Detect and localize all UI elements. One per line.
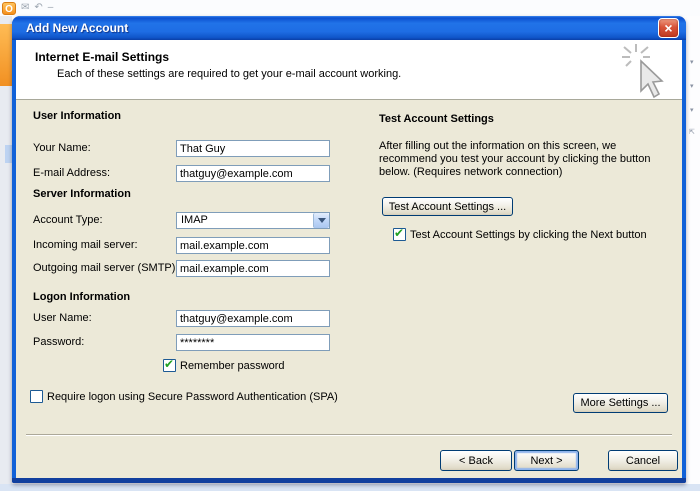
checkmark-icon: ✔ <box>394 226 404 240</box>
back-button[interactable]: < Back <box>440 450 512 471</box>
checkmark-icon: ✔ <box>164 357 174 371</box>
section-logon-information: Logon Information <box>33 291 130 303</box>
quick-access-toolbar: O ✉ ↶ – <box>2 1 53 15</box>
background-window-left <box>0 16 12 484</box>
ribbon-dropdown-icon[interactable]: ▾ <box>690 82 694 90</box>
your-name-label: Your Name: <box>33 142 91 154</box>
more-settings-button[interactable]: More Settings ... <box>573 393 668 413</box>
outgoing-server-label: Outgoing mail server (SMTP): <box>33 262 178 274</box>
spa-checkbox[interactable]: ✔ <box>30 390 43 403</box>
cancel-button[interactable]: Cancel <box>608 450 678 471</box>
dialog-header: Internet E-mail Settings Each of these s… <box>16 40 682 100</box>
incoming-server-label: Incoming mail server: <box>33 239 138 251</box>
outgoing-server-field[interactable] <box>176 260 330 277</box>
undo-icon[interactable]: ↶ <box>34 1 42 15</box>
user-name-label: User Name: <box>33 312 92 324</box>
section-test-account-settings: Test Account Settings <box>379 113 494 125</box>
dialog-title: Add New Account <box>12 21 128 35</box>
email-address-field[interactable] <box>176 165 330 182</box>
background-window-bottom <box>0 484 700 491</box>
email-address-label: E-mail Address: <box>33 167 110 179</box>
dialog-title-bar[interactable]: Add New Account × <box>12 16 686 40</box>
add-new-account-dialog: Add New Account × Internet E-mail Settin… <box>12 16 686 483</box>
remember-password-label: Remember password <box>180 360 285 372</box>
test-next-checkbox[interactable]: ✔ <box>393 228 406 241</box>
outlook-file-tab[interactable] <box>0 24 12 86</box>
ribbon-dropdown-icon[interactable]: ▾ <box>690 106 694 114</box>
dialog-launcher-icon[interactable]: ⇱ <box>689 128 695 136</box>
page-subtitle: Each of these settings are required to g… <box>57 68 401 80</box>
section-user-information: User Information <box>33 110 121 122</box>
account-type-select[interactable]: IMAP <box>176 212 330 229</box>
your-name-field[interactable] <box>176 140 330 157</box>
test-account-settings-button[interactable]: Test Account Settings ... <box>382 197 513 216</box>
footer-divider <box>26 434 672 436</box>
remember-password-checkbox[interactable]: ✔ <box>163 359 176 372</box>
test-next-label: Test Account Settings by clicking the Ne… <box>410 229 647 241</box>
cursor-sparkle-icon <box>620 42 676 100</box>
qat-dropdown-icon[interactable]: – <box>48 1 54 15</box>
incoming-server-field[interactable] <box>176 237 330 254</box>
account-type-value: IMAP <box>181 214 208 226</box>
chevron-down-icon[interactable] <box>313 213 329 228</box>
password-label: Password: <box>33 336 84 348</box>
page-title: Internet E-mail Settings <box>35 50 169 64</box>
background-ui-fragment <box>5 145 12 163</box>
password-field[interactable] <box>176 334 330 351</box>
section-server-information: Server Information <box>33 188 131 200</box>
close-button[interactable]: × <box>658 18 679 38</box>
send-receive-icon[interactable]: ✉ <box>21 1 29 15</box>
test-account-description: After filling out the information on thi… <box>379 140 675 179</box>
outlook-app-icon[interactable]: O <box>2 2 16 15</box>
ribbon-dropdown-icon[interactable]: ▾ <box>690 58 694 66</box>
next-button[interactable]: Next > <box>514 450 579 471</box>
user-name-field[interactable] <box>176 310 330 327</box>
dialog-body: User Information Your Name: E-mail Addre… <box>16 100 682 478</box>
background-window-top: O ✉ ↶ – <box>0 0 700 16</box>
account-type-label: Account Type: <box>33 214 103 226</box>
spa-label: Require logon using Secure Password Auth… <box>47 391 338 403</box>
background-window-right: ▾ ▾ ▾ ⇱ <box>686 16 700 484</box>
